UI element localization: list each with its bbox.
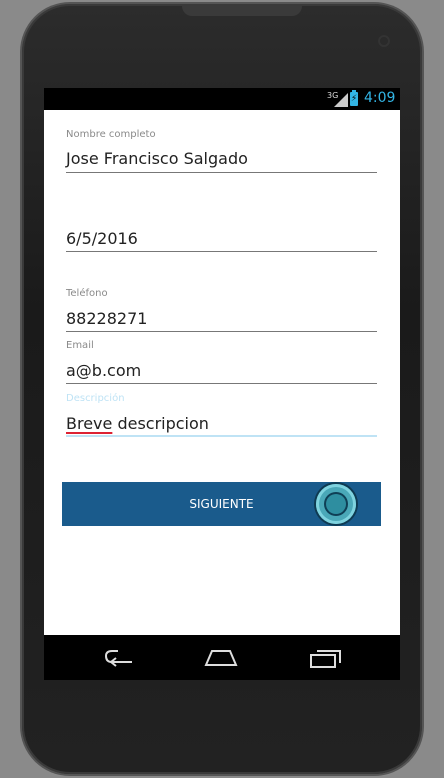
description-underline — [66, 435, 377, 437]
name-field[interactable]: Jose Francisco Salgado — [66, 149, 248, 168]
status-time: 4:09 — [364, 90, 396, 106]
back-icon[interactable] — [102, 647, 136, 669]
navigation-bar — [44, 635, 400, 680]
touch-indicator — [316, 484, 356, 524]
description-rest: descripcion — [112, 414, 209, 433]
home-icon[interactable] — [204, 647, 238, 669]
recents-icon[interactable] — [309, 647, 343, 669]
date-field[interactable]: 6/5/2016 — [66, 229, 138, 248]
camera-icon — [378, 35, 390, 47]
email-field[interactable]: a@b.com — [66, 361, 141, 380]
status-bar: 3G 4:09 — [44, 88, 400, 110]
phone-top-bump — [182, 4, 302, 16]
description-field[interactable]: Breve descripcion — [66, 414, 209, 433]
name-underline — [66, 172, 377, 173]
description-label: Descripción — [66, 393, 125, 404]
phone-field[interactable]: 88228271 — [66, 309, 147, 328]
speaker-grille — [88, 37, 106, 44]
phone-label: Teléfono — [66, 288, 108, 299]
phone-underline — [66, 331, 377, 332]
battery-charging-icon — [350, 90, 358, 106]
signal-icon — [334, 93, 348, 107]
device-screen: 3G 4:09 Nombre completo Jose Francisco S… — [44, 88, 400, 680]
email-label: Email — [66, 340, 94, 351]
email-underline — [66, 383, 377, 384]
date-underline — [66, 251, 377, 252]
description-misspelled-word: Breve — [66, 414, 113, 433]
name-label: Nombre completo — [66, 129, 156, 140]
